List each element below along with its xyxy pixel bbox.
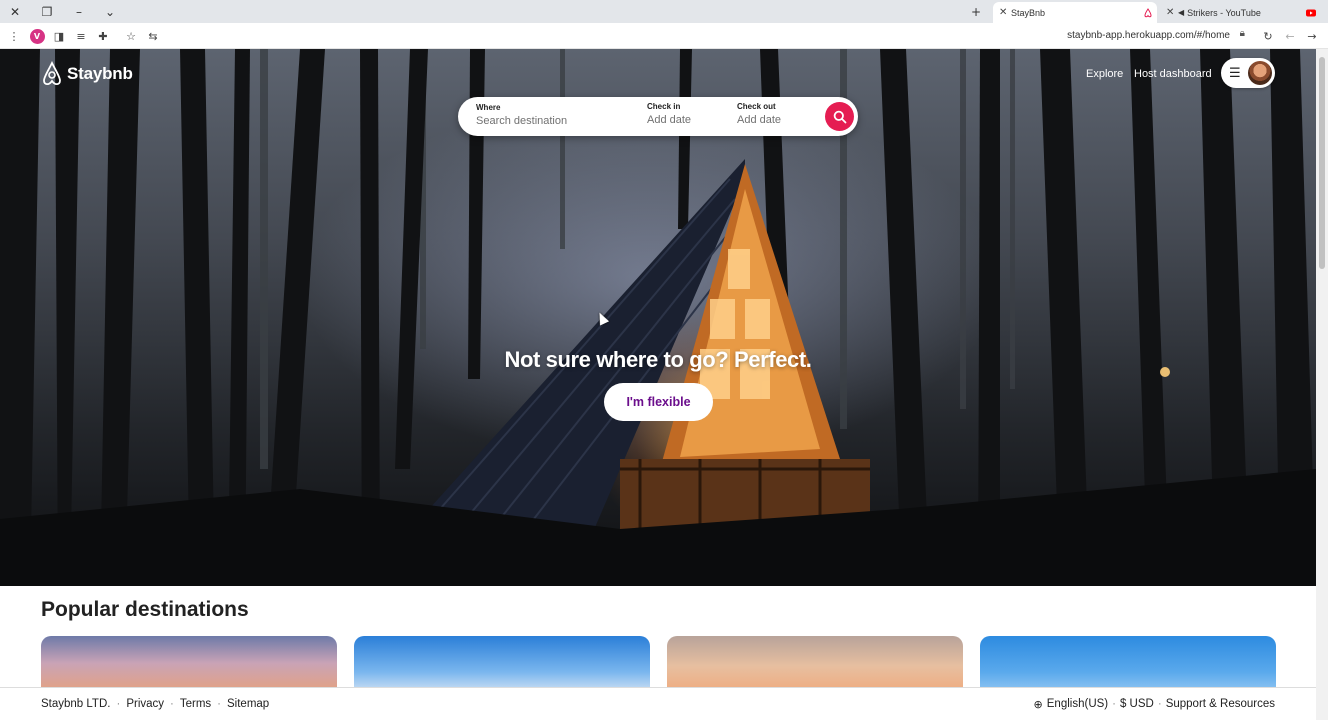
youtube-favicon-icon (1306, 9, 1316, 16)
bookmark-star-icon[interactable]: ☆ (123, 28, 139, 44)
extensions-puzzle-icon[interactable]: ✚ (95, 28, 111, 44)
tab-title: StayBnb (1011, 7, 1046, 18)
close-window-icon[interactable]: ✕ (6, 3, 24, 21)
chevron-down-icon[interactable]: ⌄ (101, 3, 119, 21)
user-avatar (1248, 61, 1272, 85)
reload-icon[interactable]: ↻ (1260, 28, 1276, 44)
hero-banner: Staybnb Explore Host dashboard ☰ Where S… (0, 49, 1316, 586)
where-input[interactable]: Search destination (476, 115, 567, 127)
staybnb-logo-icon (43, 61, 61, 86)
check-out-field[interactable]: Check out Add date (737, 102, 781, 126)
footer-support-link[interactable]: Support & Resources (1166, 698, 1275, 710)
profile-avatar[interactable]: V (29, 28, 45, 44)
check-in-field[interactable]: Check in Add date (647, 102, 691, 126)
page-footer: Staybnb LTD. · Privacy · Terms · Sitemap… (0, 687, 1316, 720)
tab-youtube[interactable]: ✕ ◀ Strikers - YouTube (1160, 2, 1320, 23)
close-tab-icon[interactable]: ✕ (1166, 7, 1178, 18)
reading-list-icon[interactable]: ≡ (73, 28, 89, 44)
back-arrow-icon[interactable]: ← (1282, 28, 1298, 44)
check-out-value[interactable]: Add date (737, 114, 781, 126)
where-field[interactable]: Where Search destination (476, 103, 567, 127)
separator-dot: · (217, 698, 222, 710)
footer-language-link[interactable]: English(US) (1047, 698, 1108, 710)
popular-destinations-heading: Popular destinations (41, 598, 249, 621)
separator-dot: · (170, 698, 174, 710)
im-flexible-button[interactable]: I'm flexible (604, 383, 713, 421)
browser-toolbar: ⋮ V ◨ ≡ ✚ ☆ ⇆ staybnb-app.herokuapp.com/… (0, 23, 1328, 49)
hero-headline: Not sure where to go? Perfect. (504, 347, 812, 372)
lock-icon: 🔒︎ (1239, 28, 1245, 39)
tab-title: Strikers - YouTube (1187, 7, 1261, 18)
audio-playing-icon: ◀ (1178, 8, 1185, 17)
check-out-label: Check out (737, 102, 776, 111)
separator-dot: · (1157, 698, 1162, 710)
footer-privacy-link[interactable]: Privacy (126, 698, 164, 710)
nav-explore-link[interactable]: Explore (1086, 68, 1123, 80)
address-bar-url[interactable]: staybnb-app.herokuapp.com/#/home (1067, 30, 1230, 41)
footer-terms-link[interactable]: Terms (180, 698, 211, 710)
hamburger-menu-icon: ☰ (1229, 65, 1241, 81)
nav-host-dashboard-link[interactable]: Host dashboard (1134, 68, 1212, 80)
airbnb-favicon-icon (1144, 7, 1152, 17)
forward-arrow-icon[interactable]: → (1304, 28, 1320, 44)
minimize-window-icon[interactable]: – (70, 3, 88, 21)
brand-name: Staybnb (67, 64, 133, 83)
more-vertical-icon[interactable]: ⋮ (6, 28, 22, 44)
search-icon (833, 110, 846, 123)
user-menu-button[interactable]: ☰ (1221, 58, 1275, 88)
check-in-label: Check in (647, 102, 681, 111)
sidebar-icon[interactable]: ◨ (51, 28, 67, 44)
where-label: Where (476, 103, 501, 112)
browser-tab-bar: ✕ ❐ – ⌄ + ✕ StayBnb ✕ ◀ Strikers - YouTu… (0, 0, 1328, 23)
scrollbar-thumb[interactable] (1319, 57, 1325, 269)
page-scrollbar[interactable] (1316, 49, 1328, 720)
tab-staybnb[interactable]: ✕ StayBnb (993, 2, 1157, 23)
separator-dot: · (1112, 698, 1116, 710)
globe-icon: ⊕ (1033, 697, 1043, 711)
search-button[interactable] (825, 102, 854, 131)
brand-logo[interactable]: Staybnb (41, 61, 133, 87)
new-tab-plus-icon[interactable]: + (967, 3, 985, 21)
check-in-value[interactable]: Add date (647, 114, 691, 126)
share-icon[interactable]: ⇆ (145, 28, 161, 44)
footer-currency-link[interactable]: $ USD (1120, 698, 1154, 710)
restore-window-icon[interactable]: ❐ (38, 3, 56, 21)
footer-company: Staybnb LTD. (41, 698, 111, 710)
separator-dot: · (116, 698, 121, 710)
close-tab-icon[interactable]: ✕ (999, 7, 1011, 18)
search-bar[interactable]: Where Search destination Check in Add da… (458, 97, 858, 136)
footer-sitemap-link[interactable]: Sitemap (227, 698, 269, 710)
